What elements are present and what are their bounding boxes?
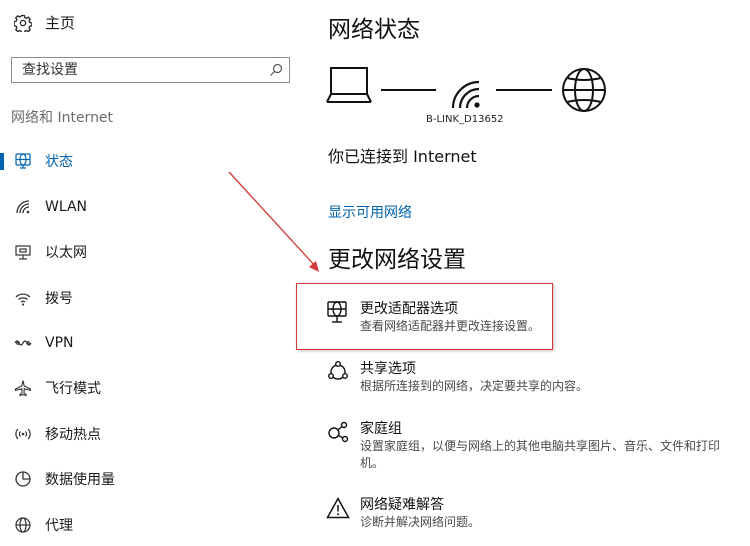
sidebar-item-proxy[interactable]: 代理 (0, 505, 300, 545)
sidebar-item-dialup[interactable]: 拨号 (0, 278, 300, 318)
network-name: B-LINK_D13652 (426, 114, 504, 125)
dialup-icon (14, 289, 32, 307)
connection-status: 你已连接到 Internet (328, 147, 477, 166)
sidebar-item-mobile-hotspot[interactable]: 移动热点 (0, 414, 300, 454)
search-input[interactable] (22, 62, 262, 78)
sidebar-item-label: 数据使用量 (45, 472, 115, 488)
homegroup-option[interactable]: 家庭组 设置家庭组，以便与网络上的其他电脑共享图片、音乐、文件和打印机。 (326, 418, 736, 472)
page-title: 网络状态 (328, 17, 420, 43)
sidebar-item-label: 状态 (45, 154, 73, 170)
wifi-icon (14, 198, 32, 216)
option-title: 共享选项 (360, 361, 416, 377)
sidebar-item-label: 以太网 (45, 245, 87, 261)
airplane-icon (14, 379, 32, 397)
homegroup-icon (328, 421, 349, 443)
globe-icon (14, 516, 32, 534)
search-icon[interactable] (269, 63, 283, 77)
sidebar-item-data-usage[interactable]: 数据使用量 (0, 459, 300, 499)
sidebar-item-wlan[interactable]: WLAN (0, 187, 300, 227)
section-heading: 更改网络设置 (328, 247, 466, 273)
search-box[interactable] (11, 57, 290, 83)
home-label: 主页 (45, 14, 76, 32)
globe-icon (562, 68, 606, 112)
highlight-box (296, 283, 553, 350)
hotspot-icon (14, 425, 32, 443)
sidebar-item-label: 拨号 (45, 291, 73, 307)
sidebar-item-label: VPN (45, 335, 74, 351)
sidebar-item-vpn[interactable]: VPN (0, 323, 300, 363)
sharing-options[interactable]: 共享选项 根据所连接到的网络，决定要共享的内容。 (326, 358, 736, 398)
active-indicator (0, 153, 4, 170)
sidebar-item-label: WLAN (45, 199, 88, 215)
option-title: 网络疑难解答 (360, 497, 444, 513)
sidebar-item-label: 飞行模式 (45, 381, 101, 397)
gear-icon (14, 14, 32, 32)
home-item[interactable]: 主页 (14, 12, 75, 33)
option-description: 设置家庭组，以便与网络上的其他电脑共享图片、音乐、文件和打印机。 (360, 439, 721, 470)
section-title: 网络和 Internet (11, 110, 114, 126)
vpn-icon (14, 334, 32, 352)
data-usage-icon (14, 470, 32, 488)
sidebar-item-airplane-mode[interactable]: 飞行模式 (0, 368, 300, 408)
option-description: 诊断并解决网络问题。 (360, 515, 481, 529)
sidebar-item-status[interactable]: 状态 (0, 141, 300, 181)
warning-icon (326, 496, 350, 519)
show-available-networks-link[interactable]: 显示可用网络 (328, 202, 412, 222)
sidebar-item-label: 移动热点 (45, 427, 101, 443)
ethernet-icon (14, 243, 32, 261)
sidebar-item-ethernet[interactable]: 以太网 (0, 232, 300, 272)
globe-icon (14, 152, 32, 170)
option-description: 根据所连接到的网络，决定要共享的内容。 (360, 379, 589, 393)
network-troubleshooter[interactable]: 网络疑难解答 诊断并解决网络问题。 (326, 494, 736, 534)
share-icon (328, 361, 349, 380)
laptop-icon (326, 67, 372, 103)
option-title: 家庭组 (360, 421, 402, 437)
sidebar-item-label: 代理 (45, 518, 73, 534)
